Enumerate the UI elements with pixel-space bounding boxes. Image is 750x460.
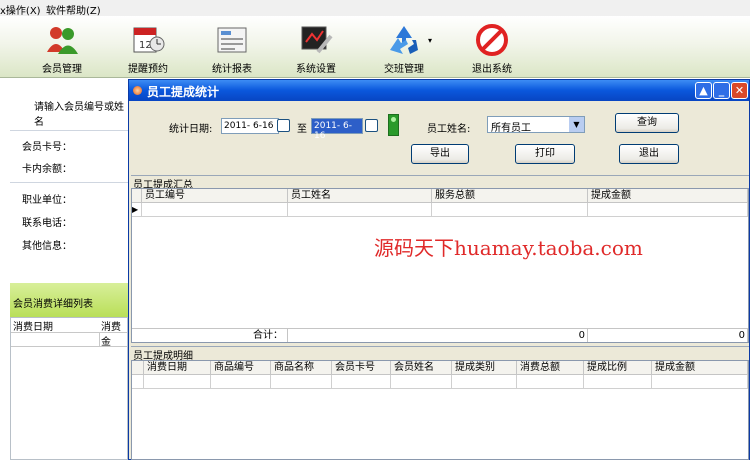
toolbar-shift-label: 交班管理: [384, 64, 424, 75]
table-cell[interactable]: [332, 375, 391, 389]
col-service-total[interactable]: 服务总额: [432, 189, 588, 203]
members-icon: [47, 27, 78, 54]
table-divider: [11, 332, 127, 333]
table-cell[interactable]: [271, 375, 332, 389]
col-employee-name[interactable]: 员工姓名: [288, 189, 432, 203]
summary-grid[interactable]: 员工编号 员工姓名 服务总额 提成金额 ▶ 合计： 0 0: [131, 188, 749, 343]
minimize-icon[interactable]: _: [713, 82, 730, 99]
company-label: 职业单位：: [22, 195, 72, 206]
toolbar-reminder-button[interactable]: 12 提醒预约: [110, 18, 186, 76]
toolbar-shift-button[interactable]: 交班管理 ▾: [366, 18, 442, 76]
toolbar-report-label: 统计报表: [212, 64, 252, 75]
table-cell[interactable]: [432, 203, 588, 217]
toolbar-members-button[interactable]: 会员管理: [24, 18, 100, 76]
total-label: 合计：: [132, 328, 288, 342]
member-pane: 请输入会员编号或姓名 会员卡号： 卡内余额： 职业单位： 联系电话： 其他信息：…: [0, 78, 128, 460]
calendar-icon: 12: [133, 27, 165, 53]
dropdown-arrow-icon[interactable]: ▾: [428, 36, 432, 45]
date-from-field[interactable]: 2011- 6-16: [221, 118, 279, 134]
status-light-icon: [388, 114, 399, 136]
maximize-restore-icon[interactable]: ▲: [695, 82, 712, 99]
date-label: 统计日期:: [169, 124, 213, 135]
toolbar-settings-label: 系统设置: [296, 64, 336, 75]
summary-section-header: 员工提成汇总: [131, 175, 749, 191]
row-header-corner: [132, 189, 142, 203]
current-row-indicator-icon: ▶: [132, 203, 142, 217]
toolbar-members-label: 会员管理: [42, 64, 82, 75]
table-cell[interactable]: [652, 375, 748, 389]
row-header-corner: [132, 361, 144, 375]
export-button[interactable]: 导出: [411, 144, 469, 164]
col-product-name[interactable]: 商品名称: [271, 361, 332, 375]
col-commission-rate[interactable]: 提成比例: [584, 361, 652, 375]
to-label: 至: [297, 124, 307, 135]
print-button[interactable]: 打印: [515, 144, 575, 164]
date-to-field[interactable]: 2011- 6-16: [311, 118, 363, 141]
menu-operations[interactable]: x操作(X): [0, 2, 41, 17]
app-icon: [133, 86, 142, 95]
col-card-no[interactable]: 会员卡号: [332, 361, 391, 375]
consumption-list-header: 会员消费详细列表: [10, 283, 128, 317]
col-consume-date[interactable]: 消费日期: [144, 361, 211, 375]
phone-label: 联系电话：: [22, 218, 72, 229]
table-cell[interactable]: [517, 375, 584, 389]
table-cell[interactable]: [144, 375, 211, 389]
exit-icon: [476, 24, 508, 56]
table-cell[interactable]: [211, 375, 271, 389]
card-no-label: 会员卡号：: [22, 142, 72, 153]
table-cell[interactable]: [588, 203, 748, 217]
toolbar-exit-label: 退出系统: [472, 64, 512, 75]
commission-dialog: 员工提成统计 ▲ _ ✕ 统计日期: 2011- 6-16 至 2011- 6-…: [128, 79, 750, 460]
toolbar-exit-button[interactable]: 退出系统: [454, 18, 530, 76]
row-header-cell: [132, 375, 144, 389]
table-cell[interactable]: [391, 375, 452, 389]
menu-help[interactable]: 软件帮助(Z): [46, 2, 101, 17]
consumption-table[interactable]: 消费日期 消费金: [10, 317, 128, 460]
balance-label: 卡内余额：: [22, 164, 72, 175]
table-divider: [11, 346, 127, 347]
recycle-icon: [390, 26, 418, 54]
search-prompt: 请输入会员编号或姓名: [34, 102, 124, 128]
employee-select-value: 所有员工: [491, 123, 531, 134]
total-commission-value: 0: [588, 328, 748, 342]
total-service-value: 0: [288, 328, 588, 342]
col-commission[interactable]: 提成金额: [588, 189, 748, 203]
col-amount-header[interactable]: 消费金: [101, 318, 127, 348]
exit-button[interactable]: 退出: [619, 144, 679, 164]
date-from-checkbox[interactable]: [277, 119, 290, 132]
table-divider: [99, 332, 100, 346]
employee-select[interactable]: 所有员工 ▼: [487, 116, 585, 134]
col-commission-amount[interactable]: 提成金额: [652, 361, 748, 375]
toolbar-settings-button[interactable]: 系统设置: [278, 18, 354, 76]
toolbar-reminder-label: 提醒预约: [128, 64, 168, 75]
main-toolbar: 会员管理 12 提醒预约 统计报表 系统设置 交班管理 ▾ 退出系统: [0, 16, 750, 78]
table-cell[interactable]: [142, 203, 288, 217]
chevron-down-icon[interactable]: ▼: [569, 117, 584, 132]
detail-grid[interactable]: 消费日期 商品编号 商品名称 会员卡号 会员姓名 提成类别 消费总额 提成比例 …: [131, 360, 749, 460]
table-cell[interactable]: [288, 203, 432, 217]
col-commission-type[interactable]: 提成类别: [452, 361, 517, 375]
menu-bar: x操作(X) 软件帮助(Z): [0, 0, 750, 17]
other-info-label: 其他信息：: [22, 241, 72, 252]
dialog-titlebar[interactable]: 员工提成统计 ▲ _ ✕: [129, 80, 749, 101]
close-icon[interactable]: ✕: [731, 82, 748, 99]
col-date-header[interactable]: 消费日期: [13, 318, 53, 333]
employee-label: 员工姓名:: [427, 124, 471, 135]
query-button[interactable]: 查询: [615, 113, 679, 133]
date-to-checkbox[interactable]: [365, 119, 378, 132]
watermark-text: 源码天下huamay.taoba.com: [374, 236, 643, 260]
settings-icon: [301, 26, 333, 54]
table-cell[interactable]: [584, 375, 652, 389]
col-product-id[interactable]: 商品编号: [211, 361, 271, 375]
col-consume-total[interactable]: 消费总额: [517, 361, 584, 375]
consumption-list-title: 会员消费详细列表: [13, 299, 93, 310]
col-member-name[interactable]: 会员姓名: [391, 361, 452, 375]
report-icon: [217, 27, 247, 53]
dialog-title: 员工提成统计: [147, 85, 220, 99]
col-employee-id[interactable]: 员工编号: [142, 189, 288, 203]
detail-section-header: 员工提成明细: [131, 346, 749, 362]
toolbar-report-button[interactable]: 统计报表: [194, 18, 270, 76]
table-cell[interactable]: [452, 375, 517, 389]
